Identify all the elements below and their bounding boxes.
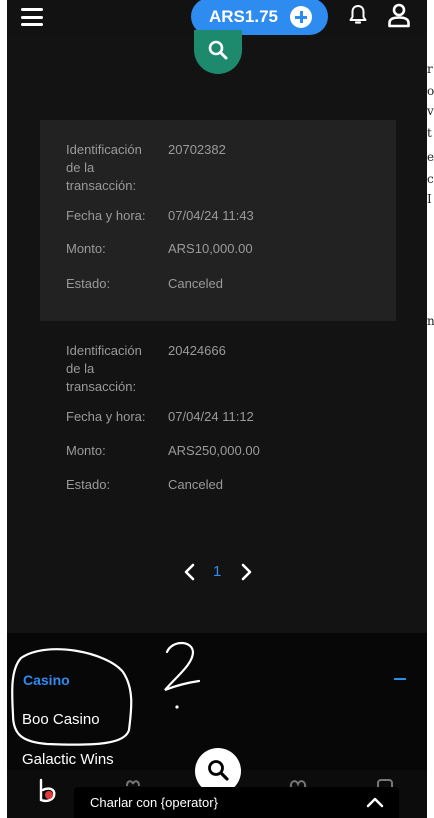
chevron-left-icon[interactable] <box>183 562 197 582</box>
pagination: 1 <box>183 560 263 584</box>
mobile-app: ARS1.75 Identificación de la transacción… <box>7 0 427 818</box>
page-number[interactable]: 1 <box>213 563 221 580</box>
background-page-strip: r o v t e c I n <box>426 0 434 818</box>
transaction-card: Identificación de la transacción: 204246… <box>40 321 396 521</box>
status-value: Canceled <box>168 477 223 492</box>
collapse-icon[interactable] <box>394 678 406 680</box>
search-icon <box>208 760 229 781</box>
amount-value: ARS250,000.00 <box>168 443 260 458</box>
transaction-id-value: 20424666 <box>168 343 226 358</box>
footer-link[interactable]: Galactic Wins <box>22 751 114 768</box>
plus-icon[interactable] <box>290 6 312 28</box>
status-value: Canceled <box>168 276 223 291</box>
status-label: Estado: <box>66 477 111 492</box>
transaction-id-label: Identificación de la transacción: <box>66 142 142 193</box>
chat-widget[interactable]: Charlar con {operator} <box>74 787 399 818</box>
datetime-label: Fecha y hora: <box>66 208 146 223</box>
search-button-top[interactable] <box>194 30 242 74</box>
status-label: Estado: <box>66 276 111 291</box>
datetime-value: 07/04/24 11:43 <box>168 208 254 223</box>
amount-label: Monto: <box>66 241 106 256</box>
bell-icon[interactable] <box>348 4 368 26</box>
amount-value: ARS10,000.00 <box>168 241 253 256</box>
footer-link[interactable]: Boo Casino <box>22 711 100 728</box>
amount-label: Monto: <box>66 443 106 458</box>
transaction-id-value: 20702382 <box>168 142 226 157</box>
balance-amount: ARS1.75 <box>209 6 278 26</box>
brand-logo-icon[interactable] <box>37 778 59 804</box>
datetime-value: 07/04/24 11:12 <box>168 409 254 424</box>
chevron-right-icon[interactable] <box>239 562 253 582</box>
search-icon <box>208 40 228 60</box>
bottom-nav: Charlar con {operator} <box>7 748 427 818</box>
user-icon[interactable] <box>387 2 411 28</box>
transaction-card: Identificación de la transacción: 207023… <box>40 120 396 321</box>
hamburger-menu-icon[interactable] <box>21 8 43 26</box>
chat-label: Charlar con {operator} <box>90 795 218 810</box>
footer-section-title[interactable]: Casino <box>23 672 70 688</box>
datetime-label: Fecha y hora: <box>66 409 146 424</box>
transaction-id-label: Identificación de la transacción: <box>66 343 142 394</box>
chevron-up-icon[interactable] <box>366 796 384 808</box>
